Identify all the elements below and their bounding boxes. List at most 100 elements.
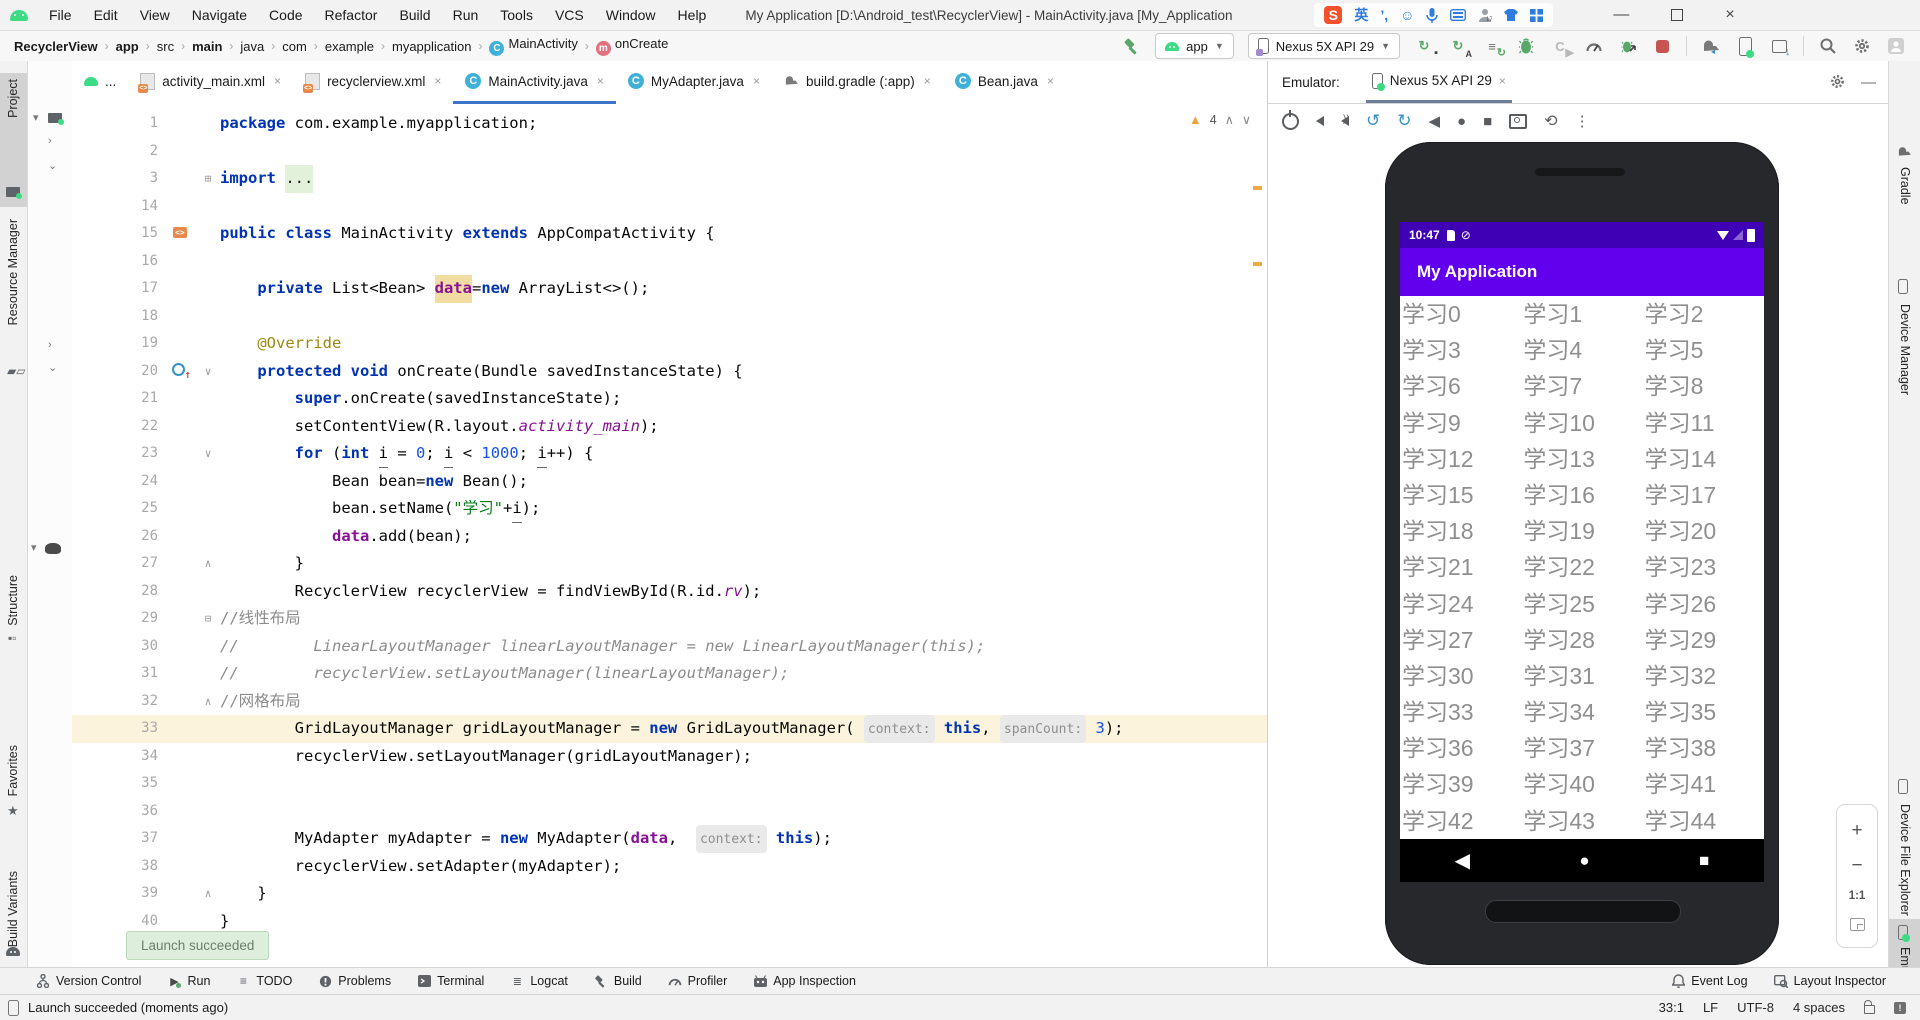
grid-item[interactable]: 学习15 <box>1400 477 1521 513</box>
tab-activity-main-xml[interactable]: activity_main.xml × <box>128 61 293 104</box>
menu-help[interactable]: Help <box>667 0 718 30</box>
emulator-device-tab[interactable]: Nexus 5X API 29 × <box>1365 61 1512 103</box>
grid-item[interactable]: 学习35 <box>1643 694 1764 730</box>
tool-stripe-device-manager[interactable]: Device Manager <box>1898 304 1912 395</box>
line-number[interactable]: 17 <box>72 275 170 303</box>
grid-item[interactable]: 学习43 <box>1521 803 1642 839</box>
breadcrumb-app[interactable]: app <box>114 39 141 54</box>
power-icon[interactable] <box>1282 109 1299 130</box>
grid-item[interactable]: 学习22 <box>1521 549 1642 585</box>
menu-build[interactable]: Build <box>388 0 441 30</box>
inspections-widget[interactable]: ▲ 4 ∧ ∨ <box>1189 112 1251 127</box>
menu-run[interactable]: Run <box>442 0 490 30</box>
tree-expand-icon[interactable]: › <box>48 135 52 147</box>
line-number[interactable]: 39 <box>72 880 170 908</box>
code-line-19[interactable]: 19 @Override <box>72 330 1267 358</box>
grid-item[interactable]: 学习19 <box>1521 513 1642 549</box>
close-tab-icon[interactable]: × <box>1047 74 1054 88</box>
tool-stripe-favorites[interactable]: Favorites <box>6 745 20 796</box>
tree-collapse-icon[interactable]: ⌄ <box>48 159 57 172</box>
breadcrumb-example[interactable]: example <box>323 39 376 54</box>
line-number[interactable]: 26 <box>72 523 170 551</box>
line-number[interactable]: 36 <box>72 798 170 826</box>
grid-item[interactable]: 学习16 <box>1521 477 1642 513</box>
device-select[interactable]: Nexus 5X API 29 ▼ <box>1247 33 1400 59</box>
home-icon[interactable]: ● <box>1457 113 1466 130</box>
ime-account-icon[interactable]: 17 <box>1478 8 1492 22</box>
menu-code[interactable]: Code <box>258 0 313 30</box>
breadcrumb-main[interactable]: main <box>190 39 224 54</box>
code-line-25[interactable]: 25 bean.setName("学习" + i); <box>72 495 1267 523</box>
line-number[interactable]: 24 <box>72 468 170 496</box>
grid-item[interactable]: 学习1 <box>1521 296 1642 332</box>
grid-item[interactable]: 学习7 <box>1521 368 1642 404</box>
fold-open-icon[interactable]: ∨ <box>196 358 220 386</box>
grid-item[interactable]: 学习36 <box>1400 730 1521 766</box>
line-number[interactable]: 1 <box>72 110 170 138</box>
grid-item[interactable]: 学习13 <box>1521 441 1642 477</box>
grid-item[interactable]: 学习4 <box>1521 332 1642 368</box>
line-number[interactable]: 27 <box>72 550 170 578</box>
grid-item[interactable]: 学习40 <box>1521 766 1642 802</box>
line-number[interactable]: 22 <box>72 413 170 441</box>
code-line-33[interactable]: 33 GridLayoutManager gridLayoutManager =… <box>72 715 1267 743</box>
line-number[interactable]: 37 <box>72 825 170 853</box>
tool-stripe-project[interactable]: Project <box>6 79 20 118</box>
snapshots-icon[interactable]: ⟲ <box>1544 111 1557 131</box>
code-line-3[interactable]: 3 ⊞ import ... <box>72 165 1267 193</box>
rotate-left-icon[interactable]: ↺ <box>1366 111 1380 131</box>
line-number[interactable]: 23 <box>72 440 170 468</box>
line-number[interactable]: 31 <box>72 660 170 688</box>
close-tab-icon[interactable]: × <box>597 74 604 88</box>
line-number[interactable]: 3 <box>72 165 170 193</box>
grid-item[interactable]: 学习33 <box>1400 694 1521 730</box>
toolwindow-run[interactable]: ▶ Run <box>167 974 210 988</box>
indent-setting[interactable]: 4 spaces <box>1793 1000 1845 1015</box>
emulator-settings-gear-icon[interactable] <box>1830 74 1845 91</box>
ime-voice-icon[interactable] <box>1426 7 1439 23</box>
grid-item[interactable]: 学习29 <box>1643 622 1764 658</box>
fold-minus-icon[interactable]: ⊟ <box>196 605 220 633</box>
code-line-1[interactable]: 1 package com.example.myapplication; <box>72 110 1267 138</box>
volume-up-icon[interactable] <box>1341 114 1350 126</box>
settings-gear-icon[interactable] <box>1852 36 1872 56</box>
line-number[interactable]: 2 <box>72 138 170 166</box>
menu-vcs[interactable]: VCS <box>544 0 595 30</box>
sogou-logo-icon[interactable]: S <box>1324 6 1343 24</box>
line-number[interactable]: 33 <box>72 715 170 743</box>
debug-button[interactable] <box>1516 36 1536 56</box>
line-number[interactable]: 25 <box>72 495 170 523</box>
tab-mainactivity-java[interactable]: C MainActivity.java × <box>453 61 616 104</box>
grid-item[interactable]: 学习9 <box>1400 405 1521 441</box>
line-number[interactable]: 29 <box>72 605 170 633</box>
code-line-34[interactable]: 34 recyclerView.setLayoutManager(gridLay… <box>72 743 1267 771</box>
code-line-31[interactable]: 31// recyclerView.setLayoutManager(linea… <box>72 660 1267 688</box>
code-line-36[interactable]: 36 <box>72 798 1267 826</box>
code-line-2[interactable]: 2 <box>72 138 1267 166</box>
grid-item[interactable]: 学习17 <box>1643 477 1764 513</box>
code-line-23[interactable]: 23 ∨ for (int i = 0; i < 1000; i ++) { <box>72 440 1267 468</box>
code-line-37[interactable]: 37 MyAdapter myAdapter = new MyAdapter(d… <box>72 825 1267 853</box>
menu-edit[interactable]: Edit <box>83 0 129 30</box>
toolwindow-app-inspection[interactable]: App Inspection <box>753 974 856 988</box>
attach-debugger-button[interactable] <box>1618 36 1638 56</box>
code-line-14[interactable]: 14 <box>72 193 1267 221</box>
code-line-29[interactable]: 29 ⊟//线性布局 <box>72 605 1267 633</box>
nav-home-icon[interactable]: ● <box>1579 851 1589 871</box>
tab-build-gradle-app-[interactable]: build.gradle (:app) × <box>772 61 943 104</box>
zoom-out-button[interactable]: − <box>1851 856 1862 875</box>
error-stripe-mark[interactable] <box>1253 262 1262 266</box>
readonly-lock-icon[interactable] <box>1864 1000 1875 1014</box>
close-tab-icon[interactable]: × <box>753 74 760 88</box>
code-line-18[interactable]: 18 <box>72 303 1267 331</box>
grid-item[interactable]: 学习28 <box>1521 622 1642 658</box>
breadcrumb-recyclerview[interactable]: RecyclerView <box>12 39 100 54</box>
status-message[interactable]: Launch succeeded (moments ago) <box>28 1000 228 1015</box>
code-line-24[interactable]: 24 Bean bean= new Bean(); <box>72 468 1267 496</box>
grid-item[interactable]: 学习31 <box>1521 658 1642 694</box>
tab-myadapter-java[interactable]: C MyAdapter.java × <box>616 61 772 104</box>
tool-stripe-structure[interactable]: Structure <box>6 575 20 626</box>
avatar[interactable] <box>1886 36 1906 56</box>
code-line-22[interactable]: 22 setContentView(R.layout. activity_main… <box>72 413 1267 441</box>
toolwindow-problems[interactable]: Problems <box>318 974 391 988</box>
